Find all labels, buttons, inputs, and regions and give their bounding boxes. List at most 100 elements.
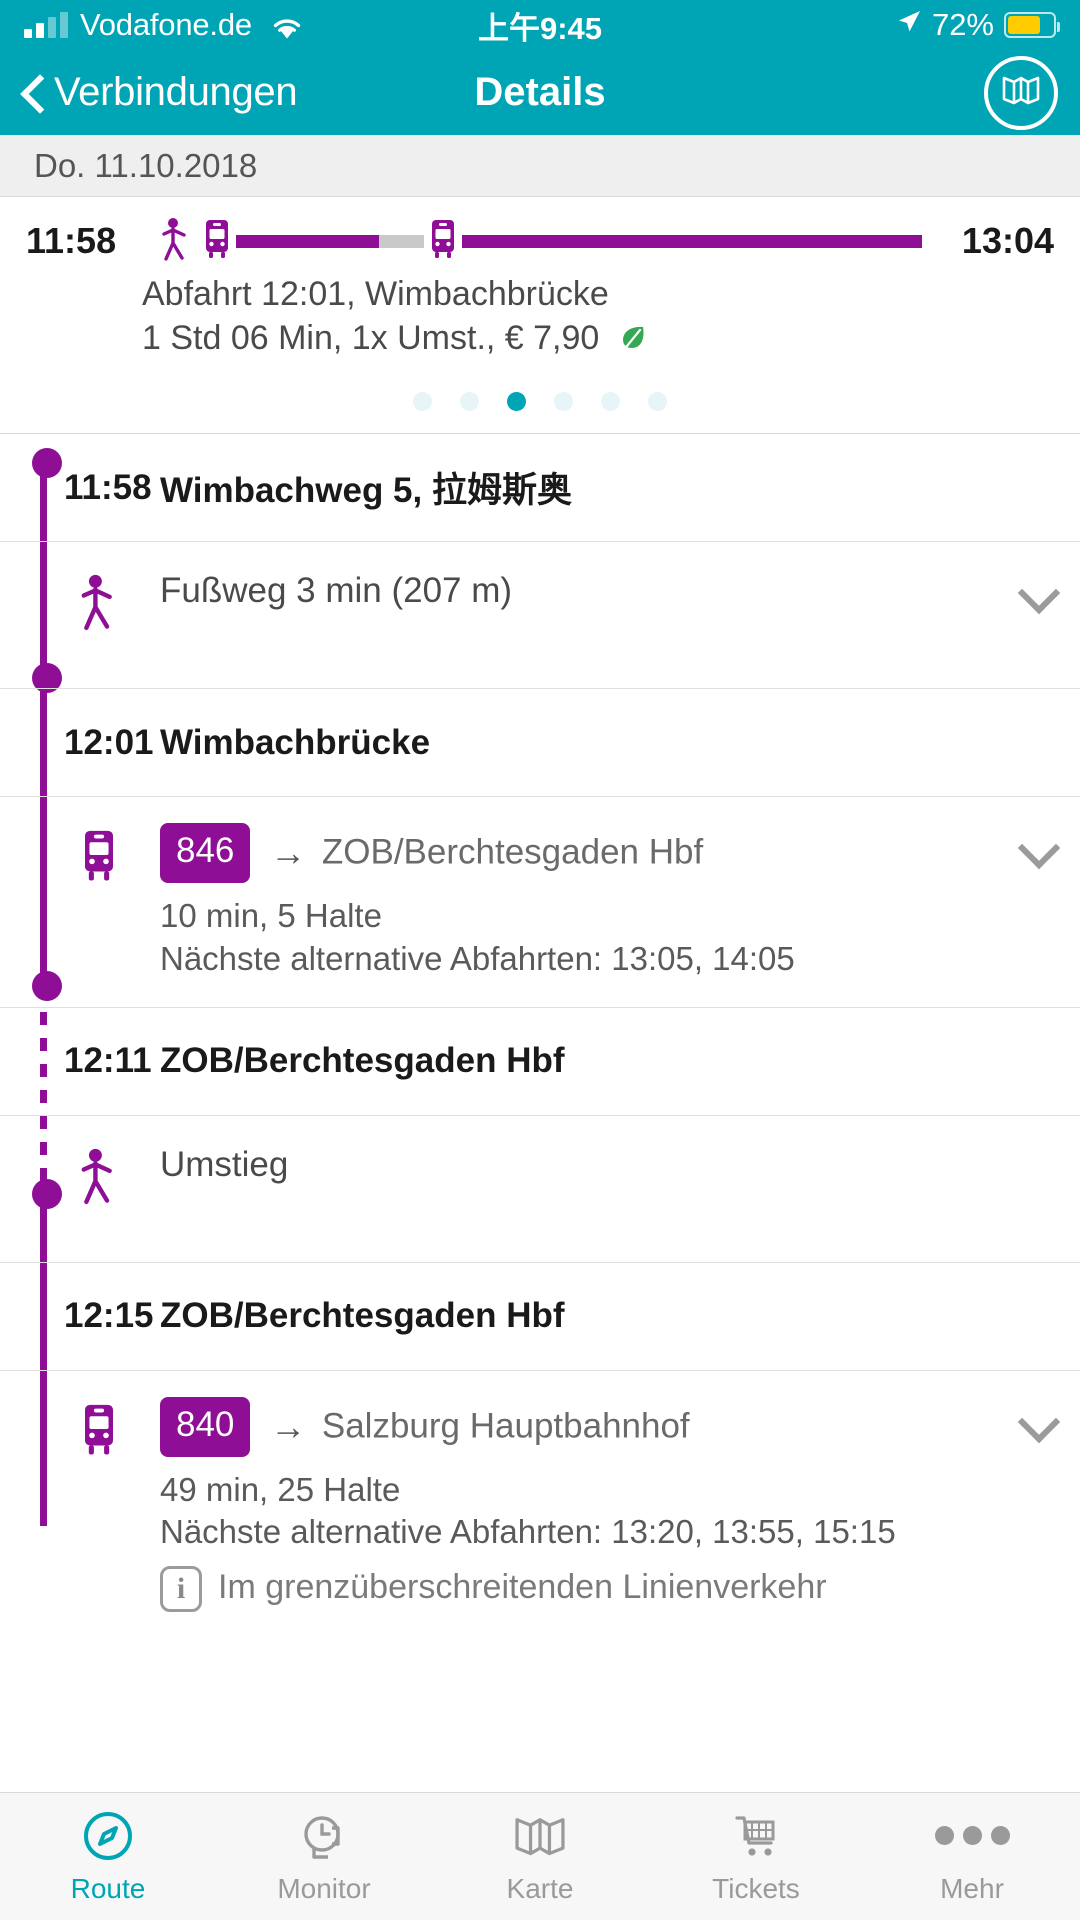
battery-percent-label: 72% [931, 7, 994, 42]
summary-mode-bar [158, 217, 922, 266]
line-number-badge[interactable]: 846 [160, 823, 251, 883]
tab-label: Karte [506, 1872, 574, 1904]
itinerary-stop-row[interactable]: 12:15 ZOB/Berchtesgaden Hbf [0, 1263, 1080, 1371]
leg-duration-label: 10 min, 5 Halte [160, 896, 382, 934]
shopping-cart-icon [729, 1809, 783, 1863]
map-icon [1001, 73, 1041, 112]
pagination-dot[interactable] [601, 392, 620, 412]
tab-label: Route [70, 1872, 146, 1904]
leg-body: 840 → Salzburg Hauptbahnhof 49 min, 25 H… [160, 1396, 1002, 1613]
pedestrian-icon [0, 568, 160, 662]
leaf-icon [619, 319, 647, 363]
ellipsis-icon [934, 1809, 1010, 1863]
carrier-label: Vodafone.de [80, 7, 252, 42]
stop-time: 12:01 [64, 722, 154, 762]
stop-name: Wimbachweg 5, 拉姆斯奥 [160, 471, 572, 511]
tab-mehr[interactable]: Mehr [864, 1809, 1080, 1905]
destination-label: Salzburg Hauptbahnhof [321, 1406, 690, 1446]
itinerary-stop-row[interactable]: 12:01 Wimbachbrücke [0, 689, 1080, 798]
summary-segment-ride-1 [236, 234, 379, 248]
itinerary-list[interactable]: 11:58 Wimbachweg 5, 拉姆斯奥 Fußweg 3 min (2… [0, 434, 1080, 1792]
leg-body: 846 → ZOB/Berchtesgaden Hbf 10 min, 5 Ha… [160, 823, 1002, 981]
chevron-down-icon[interactable] [1002, 1397, 1061, 1613]
app-root: Vodafone.de 上午9:45 72% Verbindungen Deta… [0, 0, 1080, 1920]
back-button-label: Verbindungen [54, 70, 298, 114]
bus-icon [426, 217, 460, 266]
status-bar-left: Vodafone.de [24, 7, 304, 43]
summary-text-block: Abfahrt 12:01, Wimbachbrücke 1 Std 06 Mi… [26, 263, 1054, 362]
tab-label: Mehr [940, 1872, 1004, 1904]
transfer-leg-label: Umstieg [160, 1144, 289, 1184]
summary-departure-line: Abfahrt 12:01, Wimbachbrücke [142, 275, 609, 313]
stop-name: Wimbachbrücke [160, 722, 431, 762]
walk-leg-label: Fußweg 3 min (207 m) [160, 571, 513, 611]
pedestrian-icon [0, 1142, 160, 1236]
bus-icon [0, 823, 160, 981]
connection-summary-card[interactable]: 11:58 13:04 Abfahrt 12:01, Wimbachbrücke… [0, 197, 1080, 435]
info-icon: i [160, 1566, 202, 1613]
summary-info-line: 1 Std 06 Min, 1x Umst., € 7,90 [142, 318, 600, 357]
service-notice: i Im grenzüberschreitenden Linienverkehr [160, 1554, 992, 1613]
stop-time: 12:15 [64, 1296, 154, 1336]
compass-icon [82, 1809, 134, 1863]
direction-arrow-icon: → [270, 1405, 307, 1447]
status-bar-right: 72% [896, 7, 1060, 43]
map-icon [513, 1809, 567, 1863]
summary-segment-transfer-gap [378, 234, 424, 248]
pedestrian-icon [158, 217, 192, 266]
bus-line-header: 840 → Salzburg Hauptbahnhof [160, 1396, 992, 1457]
tab-tickets[interactable]: Tickets [648, 1809, 864, 1905]
itinerary-stop-row[interactable]: 12:11 ZOB/Berchtesgaden Hbf [0, 1008, 1080, 1116]
chevron-left-icon [22, 75, 44, 111]
service-notice-text: Im grenzüberschreitenden Linienverkehr [218, 1568, 827, 1607]
location-arrow-icon [896, 7, 922, 43]
summary-end-time: 13:04 [961, 220, 1054, 261]
itinerary-leg-row-bus-840[interactable]: 840 → Salzburg Hauptbahnhof 49 min, 25 H… [0, 1371, 1080, 1639]
pagination-dot[interactable] [460, 392, 479, 412]
summary-timeline: 11:58 13:04 [26, 217, 1054, 266]
nav-bar: Verbindungen Details [0, 50, 1080, 135]
pagination-dot[interactable] [554, 392, 573, 412]
tab-route[interactable]: Route [0, 1809, 216, 1905]
itinerary-leg-row-bus-846[interactable]: 846 → ZOB/Berchtesgaden Hbf 10 min, 5 Ha… [0, 797, 1080, 1008]
map-button[interactable] [984, 55, 1058, 130]
pagination-dot[interactable] [648, 392, 667, 412]
stop-time: 12:11 [64, 1041, 152, 1081]
itinerary-leg-row-walk[interactable]: Fußweg 3 min (207 m) [0, 542, 1080, 690]
summary-segment-ride-2 [461, 234, 922, 248]
summary-pagination[interactable] [26, 362, 1054, 433]
destination-label: ZOB/Berchtesgaden Hbf [321, 832, 704, 872]
tab-label: Monitor [277, 1872, 371, 1904]
tab-monitor[interactable]: Monitor [216, 1809, 432, 1905]
status-bar: Vodafone.de 上午9:45 72% [0, 0, 1080, 50]
line-number-badge[interactable]: 840 [160, 1396, 251, 1457]
chevron-down-icon[interactable] [1002, 568, 1061, 662]
leg-body: Fußweg 3 min (207 m) [160, 568, 1002, 662]
pagination-dot-active[interactable] [507, 392, 526, 412]
wifi-icon [270, 12, 304, 39]
itinerary-leg-row-transfer[interactable]: Umstieg [0, 1116, 1080, 1263]
signal-bars-icon [24, 12, 68, 38]
tab-karte[interactable]: Karte [432, 1809, 648, 1905]
stop-time: 11:58 [64, 467, 152, 507]
bottom-tab-bar: Route Monitor Karte Tickets Mehr [0, 1792, 1080, 1920]
watch-clock-icon [298, 1809, 350, 1863]
bus-line-header: 846 → ZOB/Berchtesgaden Hbf [160, 823, 992, 883]
bus-icon [200, 217, 234, 266]
stop-name: ZOB/Berchtesgaden Hbf [160, 1296, 565, 1336]
date-label: Do. 11.10.2018 [34, 146, 258, 184]
back-button[interactable]: Verbindungen [22, 70, 298, 115]
stop-name: ZOB/Berchtesgaden Hbf [160, 1041, 565, 1081]
tab-label: Tickets [712, 1872, 800, 1904]
leg-duration-label: 49 min, 25 Halte [160, 1470, 401, 1508]
alternative-departures-label: Nächste alternative Abfahrten: 13:20, 13… [160, 1513, 896, 1551]
leg-body: Umstieg [160, 1142, 1054, 1236]
pagination-dot[interactable] [413, 392, 432, 412]
bus-icon [0, 1397, 160, 1613]
battery-icon [1004, 12, 1060, 38]
direction-arrow-icon: → [270, 831, 307, 873]
itinerary-stop-row[interactable]: 11:58 Wimbachweg 5, 拉姆斯奥 [0, 434, 1080, 543]
alternative-departures-label: Nächste alternative Abfahrten: 13:05, 14… [160, 939, 795, 977]
date-bar: Do. 11.10.2018 [0, 135, 1080, 197]
chevron-down-icon[interactable] [1002, 823, 1061, 981]
